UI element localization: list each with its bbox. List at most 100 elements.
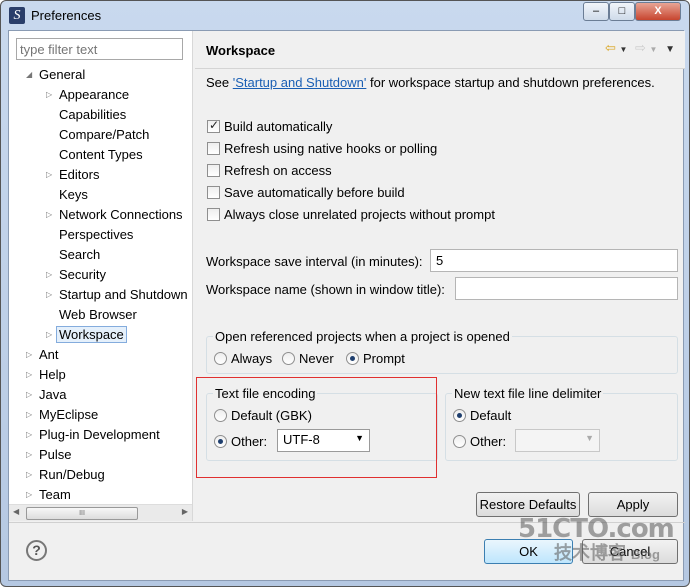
- tree-item[interactable]: ▷ Startup and Shutdown: [46, 285, 188, 305]
- tree-item[interactable]: ▷ Help: [26, 365, 66, 385]
- tree-item[interactable]: Keys: [59, 185, 88, 205]
- collapsed-arrow-icon[interactable]: ▷: [46, 165, 52, 185]
- title-bar[interactable]: S Preferences – □ X: [1, 1, 689, 31]
- minimize-button[interactable]: –: [583, 2, 609, 21]
- save-interval-input[interactable]: [430, 249, 678, 272]
- eclipse-app-icon: S: [9, 7, 25, 24]
- tree-item[interactable]: ◢ General: [26, 65, 86, 85]
- delimiter-select[interactable]: ▼: [515, 429, 600, 452]
- forward-arrow-icon[interactable]: ⇨: [635, 40, 646, 55]
- checkbox-label[interactable]: Refresh on access: [224, 163, 332, 178]
- tree-item[interactable]: ▷ Team: [26, 485, 71, 505]
- tree-item-label: General: [39, 67, 86, 82]
- tree-item-label: Search: [59, 247, 101, 262]
- delimiter-other-label[interactable]: Other:: [470, 434, 506, 449]
- tree-item-label: Content Types: [59, 147, 143, 162]
- preferences-window: S Preferences – □ X ◢ General ▷ Appearance C…: [0, 0, 690, 587]
- tree-item-label: Keys: [59, 187, 88, 202]
- never-radio[interactable]: [282, 352, 295, 365]
- delimiter-other-radio[interactable]: [453, 435, 466, 448]
- tree-item-label: Startup and Shutdown: [59, 287, 188, 302]
- maximize-button[interactable]: □: [609, 2, 635, 21]
- tree-item[interactable]: Content Types: [59, 145, 143, 165]
- tree-item[interactable]: ▷ Pulse: [26, 445, 72, 465]
- collapsed-arrow-icon[interactable]: ▷: [26, 345, 32, 365]
- intro-suffix: for workspace startup and shutdown prefe…: [366, 75, 655, 90]
- checkbox[interactable]: [207, 208, 220, 221]
- checkbox[interactable]: [207, 186, 220, 199]
- tree-item-label: Appearance: [59, 87, 130, 102]
- collapsed-arrow-icon[interactable]: ▷: [46, 205, 52, 225]
- checkbox[interactable]: [207, 142, 220, 155]
- checkbox-label[interactable]: Build automatically: [224, 119, 332, 134]
- forward-dropdown-icon[interactable]: ▼: [650, 45, 658, 54]
- tree-item[interactable]: ▷ Editors: [46, 165, 99, 185]
- tree-item[interactable]: Web Browser: [59, 305, 137, 325]
- always-label[interactable]: Always: [231, 351, 272, 366]
- filter-input[interactable]: [16, 38, 183, 60]
- view-menu-icon[interactable]: ▼: [665, 44, 675, 55]
- tree-item-label: Web Browser: [59, 307, 137, 322]
- delimiter-default-label[interactable]: Default: [470, 408, 511, 423]
- tree-item[interactable]: ▷ Run/Debug: [26, 465, 105, 485]
- scroll-right-icon[interactable]: ▶: [182, 507, 188, 516]
- page-title: Workspace: [206, 43, 276, 58]
- watermark-logo: 51CTO.com 技术博客 Blog: [518, 516, 675, 562]
- page-header: Workspace ⇦ ▼ ⇨ ▼ ▼: [195, 31, 685, 69]
- tree-item-label: Plug-in Development: [39, 427, 160, 442]
- prompt-radio[interactable]: [346, 352, 359, 365]
- tree-item[interactable]: ▷ Security: [46, 265, 106, 285]
- checkbox-label[interactable]: Save automatically before build: [224, 185, 405, 200]
- tree-item-label: Perspectives: [59, 227, 134, 242]
- highlight-annotation: [196, 377, 437, 478]
- tree-item-label: Run/Debug: [39, 467, 105, 482]
- workspace-name-label: Workspace name (shown in window title):: [206, 282, 445, 297]
- collapsed-arrow-icon[interactable]: ▷: [46, 265, 52, 285]
- tree-item[interactable]: Perspectives: [59, 225, 133, 245]
- never-label[interactable]: Never: [299, 351, 334, 366]
- collapsed-arrow-icon[interactable]: ▷: [26, 385, 32, 405]
- save-interval-label: Workspace save interval (in minutes):: [206, 254, 423, 269]
- prompt-label[interactable]: Prompt: [363, 351, 405, 366]
- collapsed-arrow-icon[interactable]: ▷: [26, 445, 32, 465]
- tree-item[interactable]: ▷ Workspace: [46, 325, 127, 345]
- startup-shutdown-link[interactable]: 'Startup and Shutdown': [233, 75, 367, 90]
- always-radio[interactable]: [214, 352, 227, 365]
- back-dropdown-icon[interactable]: ▼: [619, 45, 627, 54]
- tree-item[interactable]: ▷ Network Connections: [46, 205, 183, 225]
- intro-text: See 'Startup and Shutdown' for workspace…: [206, 75, 655, 90]
- collapsed-arrow-icon[interactable]: ▷: [46, 325, 52, 345]
- line-delimiter-label: New text file line delimiter: [452, 386, 604, 401]
- tree-item[interactable]: Capabilities: [59, 105, 126, 125]
- tree-item[interactable]: Search: [59, 245, 100, 265]
- help-button[interactable]: ?: [26, 540, 47, 561]
- delimiter-default-radio[interactable]: [453, 409, 466, 422]
- scroll-thumb[interactable]: III: [26, 507, 138, 520]
- expanded-arrow-icon[interactable]: ◢: [26, 65, 32, 85]
- collapsed-arrow-icon[interactable]: ▷: [46, 285, 52, 305]
- tree-item[interactable]: ▷ Java: [26, 385, 66, 405]
- checkbox-label[interactable]: Always close unrelated projects without …: [224, 207, 495, 222]
- tree-item[interactable]: ▷ Appearance: [46, 85, 130, 105]
- workspace-name-input[interactable]: [455, 277, 678, 300]
- horizontal-scrollbar[interactable]: ◀ III ▶: [9, 504, 192, 521]
- collapsed-arrow-icon[interactable]: ▷: [46, 85, 52, 105]
- checkbox-label[interactable]: Refresh using native hooks or polling: [224, 141, 437, 156]
- back-arrow-icon[interactable]: ⇦: [605, 40, 616, 55]
- scroll-left-icon[interactable]: ◀: [13, 507, 19, 516]
- collapsed-arrow-icon[interactable]: ▷: [26, 465, 32, 485]
- collapsed-arrow-icon[interactable]: ▷: [26, 405, 32, 425]
- tree-item[interactable]: ▷ MyEclipse: [26, 405, 98, 425]
- open-referenced-label: Open referenced projects when a project …: [213, 329, 512, 344]
- collapsed-arrow-icon[interactable]: ▷: [26, 365, 32, 385]
- tree-item[interactable]: ▷ Plug-in Development: [26, 425, 160, 445]
- collapsed-arrow-icon[interactable]: ▷: [26, 485, 32, 505]
- tree-item[interactable]: ▷ Ant: [26, 345, 59, 365]
- collapsed-arrow-icon[interactable]: ▷: [26, 425, 32, 445]
- window-title: Preferences: [31, 8, 102, 23]
- close-button[interactable]: X: [635, 2, 681, 21]
- tree-item-label: Workspace: [56, 326, 127, 343]
- tree-item[interactable]: Compare/Patch: [59, 125, 149, 145]
- checkbox[interactable]: [207, 164, 220, 177]
- checkbox[interactable]: [207, 118, 220, 133]
